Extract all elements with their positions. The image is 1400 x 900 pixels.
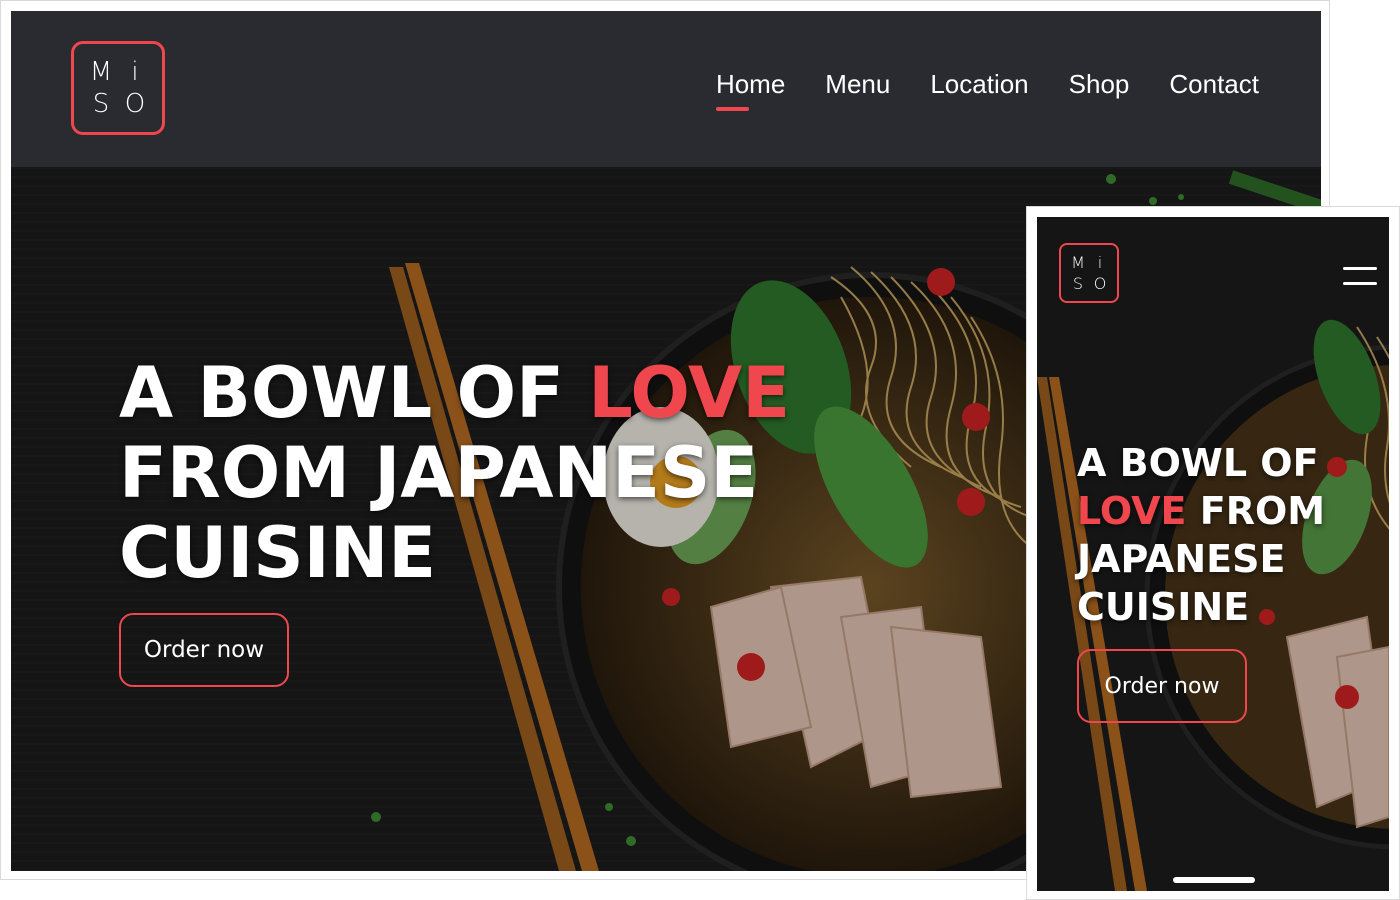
logo-letter: M [1071,252,1085,272]
logo-letter: i [1097,252,1103,272]
mobile-frame: M i S O A BOWL OF LOVE FROM JAPANESE CUI… [1026,206,1400,900]
order-now-button-mobile[interactable]: Order now [1077,649,1247,723]
logo-letter: O [1093,273,1107,293]
headline-accent-word: LOVE [588,352,791,434]
nav-item-menu[interactable]: Menu [825,69,890,100]
headline-line-4: CUISINE [1077,585,1250,629]
headline-line-1: A BOWL OF [1077,441,1319,485]
miso-logo[interactable]: M i S O [71,41,165,135]
headline-line-3: CUISINE [119,512,437,594]
main-nav: Home Menu Location Shop Contact [715,69,1259,111]
top-navbar: M i S O Home Menu Location Shop Contact [11,11,1321,167]
order-now-button[interactable]: Order now [119,613,289,687]
headline-text: FROM [1186,489,1326,533]
nav-item-shop[interactable]: Shop [1069,69,1130,100]
nav-item-contact[interactable]: Contact [1169,69,1259,100]
headline-line-1: A BOWL OF LOVE [119,353,790,433]
miso-logo-mobile[interactable]: M i S O [1059,243,1119,303]
hamburger-line [1343,282,1377,285]
logo-letter: O [124,89,146,119]
logo-letter: i [131,57,139,87]
headline-line-2: LOVE FROM [1077,487,1325,535]
headline-text: A BOWL OF [119,352,589,434]
logo-letter: S [1072,273,1084,293]
headline-accent-word: LOVE [1077,489,1187,533]
hamburger-line [1343,267,1377,270]
hamburger-icon[interactable] [1343,267,1377,285]
mobile-hero-headline: A BOWL OF LOVE FROM JAPANESE CUISINE [1077,439,1325,631]
headline-line-2: FROM JAPANESE [119,432,759,514]
nav-item-location[interactable]: Location [930,69,1028,100]
nav-item-home[interactable]: Home [715,69,785,111]
home-indicator [1173,877,1255,883]
logo-letter: M [89,57,113,87]
headline-line-3: JAPANESE [1077,537,1286,581]
hero-headline: A BOWL OF LOVE FROM JAPANESE CUISINE [119,353,790,593]
logo-letter: S [92,89,110,119]
mobile-page: M i S O A BOWL OF LOVE FROM JAPANESE CUI… [1037,217,1389,891]
